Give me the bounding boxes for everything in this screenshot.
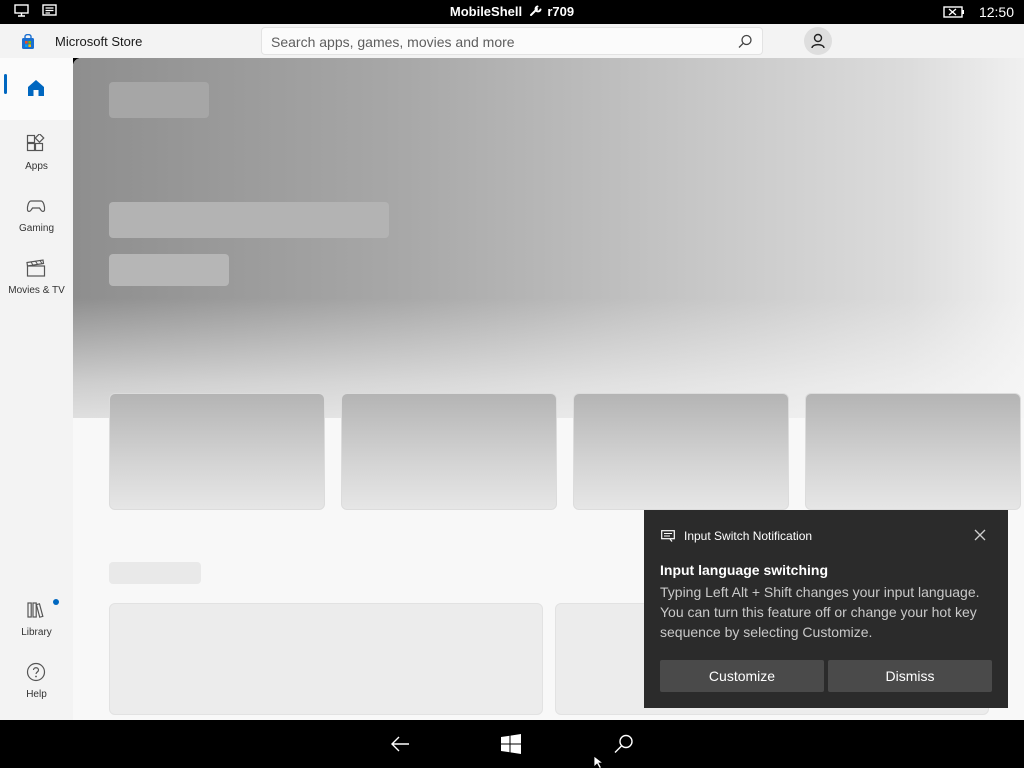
search-input[interactable]: [271, 33, 721, 51]
app-title-bar: Microsoft Store: [0, 24, 1024, 58]
input-switch-notification: Input Switch Notification Input language…: [644, 510, 1008, 708]
search-icon[interactable]: [736, 33, 754, 51]
featured-card[interactable]: [109, 393, 325, 510]
status-title: MobileShell r709: [0, 4, 1024, 19]
hero-button-placeholder: [109, 254, 229, 286]
hero-title-placeholder: [109, 82, 209, 118]
sidebar-item-movies-tv[interactable]: Movies & TV: [0, 248, 73, 310]
mouse-cursor-icon: [593, 755, 605, 768]
gamepad-icon: [26, 200, 46, 213]
app-name: Microsoft Store: [55, 34, 143, 49]
search-icon[interactable]: [613, 733, 635, 755]
sidebar-item-label: Movies & TV: [8, 285, 65, 296]
screen: MobileShell r709 12:50 Microsoft Store S…: [0, 0, 1024, 768]
sidebar: Apps Gaming Movies & TV Library Help: [0, 58, 73, 720]
close-icon[interactable]: [973, 528, 987, 542]
sidebar-item-label: Library: [21, 627, 52, 638]
windows-start-icon[interactable]: [500, 733, 522, 755]
customize-button[interactable]: Customize: [660, 660, 824, 692]
account-avatar[interactable]: [804, 27, 832, 55]
section-title-placeholder: [109, 562, 201, 584]
apps-icon: [26, 134, 45, 152]
store-logo-icon: [22, 34, 34, 49]
sidebar-item-label: Gaming: [18, 223, 54, 234]
dismiss-button[interactable]: Dismiss: [828, 660, 992, 692]
bottom-nav-bar: [0, 720, 1024, 768]
hero-subtitle-placeholder: [109, 202, 389, 238]
featured-card[interactable]: [341, 393, 557, 510]
clapperboard-icon: [26, 259, 46, 277]
keyboard-icon: [661, 530, 675, 542]
library-icon: [27, 602, 44, 618]
featured-card[interactable]: [805, 393, 1021, 510]
search-box[interactable]: [261, 27, 763, 55]
active-indicator: [4, 74, 7, 94]
notification-title: Input language switching: [660, 562, 828, 578]
notification-body: Typing Left Alt + Shift changes your inp…: [660, 584, 980, 640]
person-icon: [811, 33, 825, 49]
help-icon: [26, 662, 46, 682]
sidebar-item-label: Apps: [25, 161, 48, 172]
sidebar-item-home[interactable]: [0, 58, 73, 120]
battery-icon: [943, 6, 964, 18]
sidebar-item-help[interactable]: Help: [0, 652, 73, 714]
sidebar-item-gaming[interactable]: Gaming: [0, 186, 73, 248]
build-label: r709: [547, 4, 575, 19]
notification-app-name: Input Switch Notification: [684, 529, 813, 543]
sidebar-item-label: Help: [26, 689, 47, 700]
shell-name: MobileShell: [449, 4, 523, 19]
collection-card[interactable]: [109, 603, 543, 715]
sidebar-item-library[interactable]: Library: [0, 590, 73, 652]
back-arrow-icon[interactable]: [389, 733, 411, 755]
sidebar-item-apps[interactable]: Apps: [0, 124, 73, 186]
home-icon: [28, 80, 44, 96]
notification-dot: [53, 599, 59, 605]
wrench-icon: [529, 5, 542, 16]
clock: 12:50: [978, 4, 1014, 20]
featured-card[interactable]: [573, 393, 789, 510]
status-bar: MobileShell r709 12:50: [0, 0, 1024, 24]
